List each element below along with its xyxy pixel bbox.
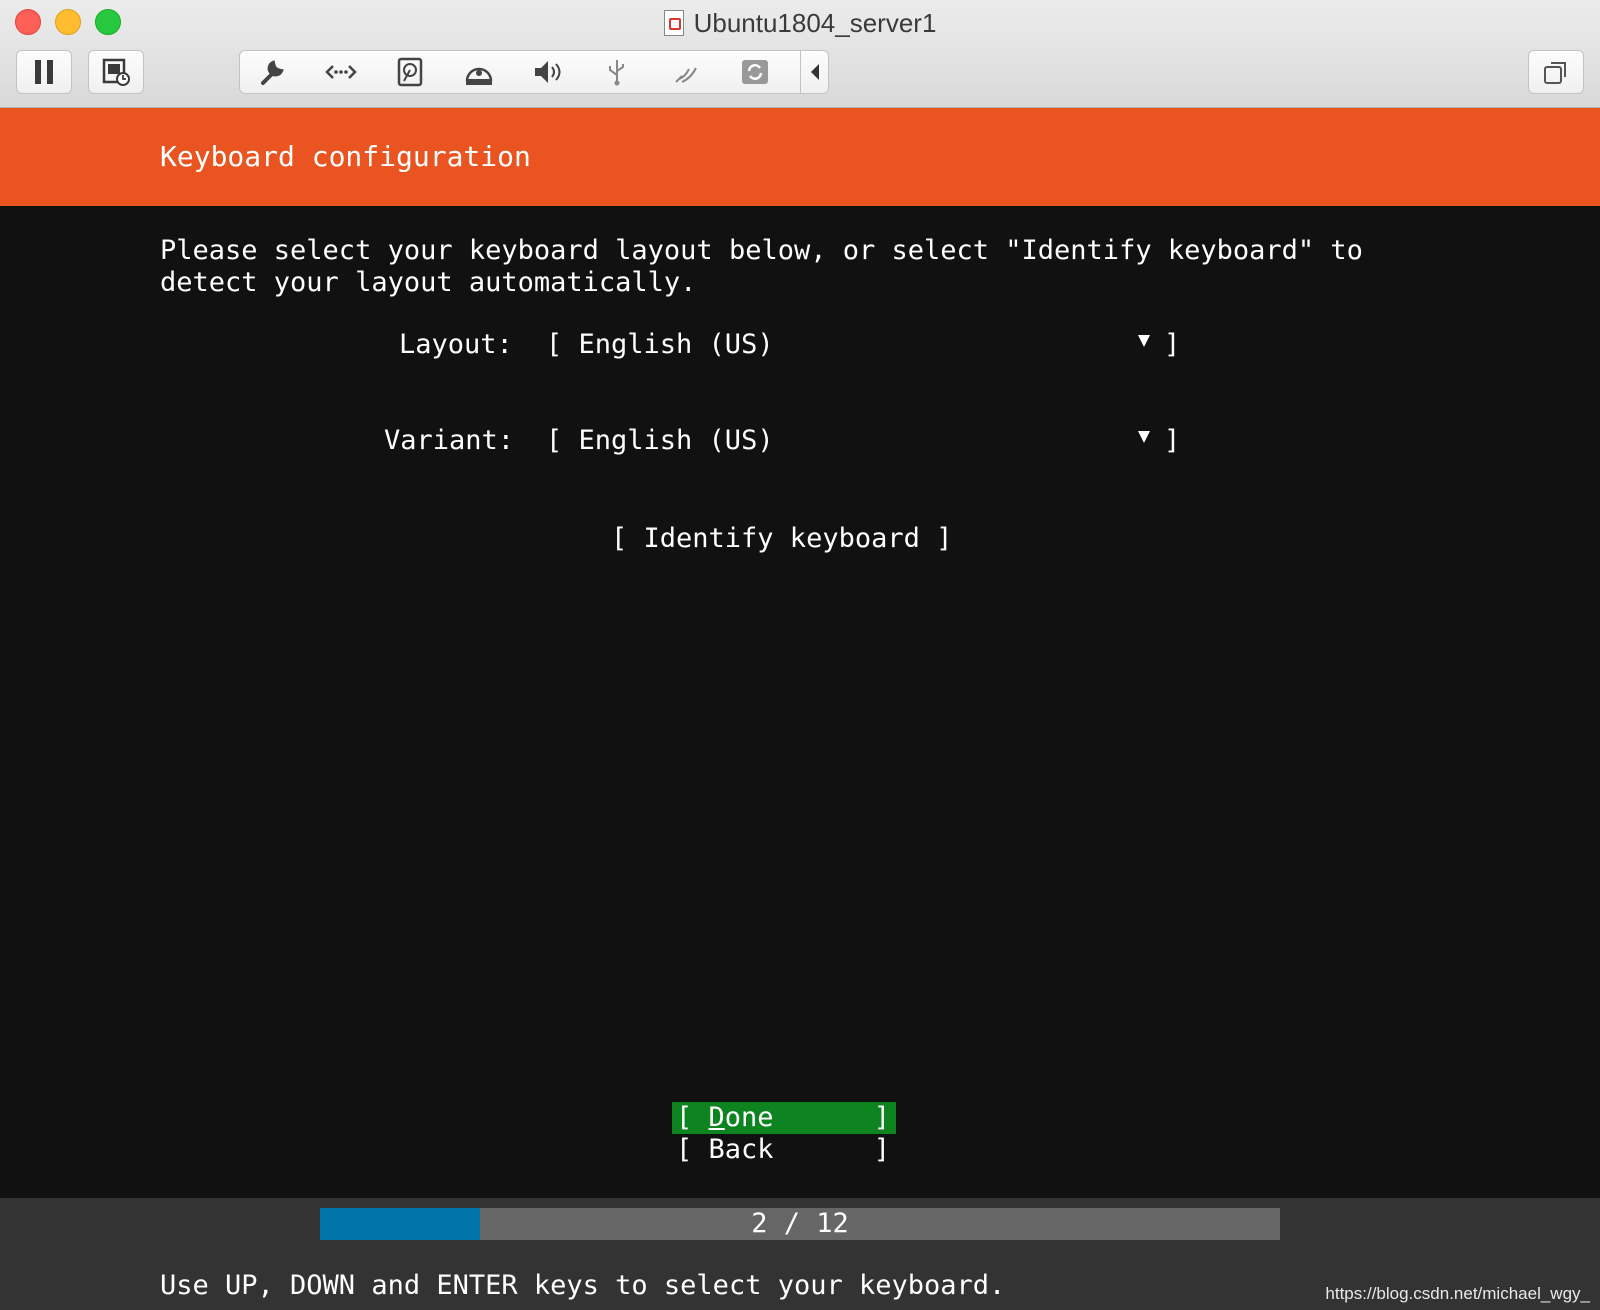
- collapse-arrow-icon[interactable]: [802, 57, 828, 87]
- identify-keyboard-button[interactable]: [ Identify keyboard ]: [611, 523, 952, 554]
- instruction-line-1: Please select your keyboard layout below…: [160, 235, 1363, 266]
- settings-wrench-icon[interactable]: [254, 57, 290, 87]
- instruction-line-2: detect your layout automatically.: [160, 267, 697, 298]
- window-titlebar: Ubuntu1804_server1: [0, 0, 1600, 108]
- done-bracket-open: [: [676, 1102, 709, 1133]
- snapshot-icon: [102, 58, 130, 86]
- layout-value: [ English (US): [546, 329, 774, 360]
- installer-header: Keyboard configuration: [0, 108, 1600, 206]
- window-title: Ubuntu1804_server1: [0, 8, 1600, 39]
- done-label: one: [724, 1102, 774, 1133]
- progress-text: 2 / 12: [751, 1208, 849, 1239]
- progress-bar: 2 / 12: [320, 1208, 1280, 1240]
- variant-label: Variant:: [384, 425, 515, 456]
- page-title: Keyboard configuration: [160, 140, 531, 173]
- dropdown-arrow-icon: [1138, 335, 1150, 347]
- fullscreen-icon: [1544, 62, 1566, 84]
- back-bracket-close: ]: [873, 1134, 890, 1165]
- watermark: https://blog.csdn.net/michael_wgy_: [1325, 1284, 1590, 1303]
- usb-icon[interactable]: [599, 57, 635, 87]
- done-bracket-close: ]: [873, 1102, 890, 1133]
- back-label: [ Back: [676, 1134, 774, 1165]
- pause-button[interactable]: [16, 50, 72, 94]
- vm-console-screen[interactable]: Keyboard configuration Please select you…: [0, 108, 1600, 1310]
- shared-folders-icon[interactable]: [737, 57, 773, 87]
- done-hotkey: D: [708, 1102, 725, 1133]
- back-button[interactable]: [ Back]: [672, 1134, 896, 1166]
- layout-dropdown[interactable]: [ English (US) ]: [546, 329, 1182, 365]
- help-text: Use UP, DOWN and ENTER keys to select yo…: [160, 1270, 1006, 1301]
- fullscreen-button[interactable]: [1528, 50, 1584, 94]
- vm-document-icon: [663, 10, 684, 36]
- serial-port-icon[interactable]: [668, 57, 704, 87]
- dropdown-arrow-icon: [1138, 431, 1150, 443]
- done-button[interactable]: [ Done]: [672, 1102, 896, 1134]
- window-title-text: Ubuntu1804_server1: [693, 8, 937, 38]
- snapshot-button[interactable]: [88, 50, 144, 94]
- cd-dvd-icon[interactable]: [461, 57, 497, 87]
- variant-value: [ English (US): [546, 425, 774, 456]
- sound-icon[interactable]: [530, 57, 566, 87]
- layout-bracket: ]: [1164, 329, 1181, 360]
- instructions: Please select your keyboard layout below…: [160, 235, 1363, 299]
- variant-dropdown[interactable]: [ English (US) ]: [546, 425, 1182, 461]
- hard-disk-icon[interactable]: [392, 57, 428, 87]
- pause-icon: [35, 60, 53, 84]
- variant-bracket: ]: [1164, 425, 1181, 456]
- device-toolbar: [239, 50, 829, 94]
- network-icon[interactable]: [323, 57, 359, 87]
- layout-label: Layout:: [399, 329, 513, 360]
- toolbar-separator: [800, 51, 801, 93]
